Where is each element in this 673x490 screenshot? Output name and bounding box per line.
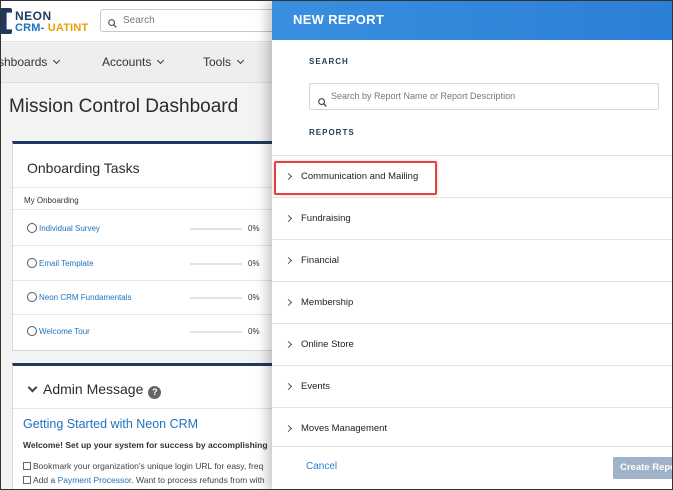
category-fundraising[interactable]: Fundraising [272, 197, 673, 239]
nav-item-dashboards[interactable]: shboards [0, 55, 61, 69]
checklist-item: Add a Payment Processor. Want to process… [23, 475, 265, 485]
task-percent: 0% [248, 293, 260, 302]
chevron-right-icon [284, 424, 293, 433]
page-title: Mission Control Dashboard [9, 96, 239, 117]
category-label: Financial [301, 255, 340, 266]
logo-title: NEON [15, 9, 52, 23]
cancel-button[interactable]: Cancel [306, 461, 337, 472]
category-financial[interactable]: Financial [272, 239, 673, 281]
category-label: Membership [301, 297, 354, 308]
task-progress-bar [190, 263, 242, 265]
category-label: Fundraising [301, 213, 351, 224]
divider [13, 280, 293, 281]
checkbox[interactable] [23, 462, 31, 470]
chevron-down-icon [236, 56, 245, 65]
task-label[interactable]: Neon CRM Fundamentals [39, 293, 131, 302]
search-section-label: SEARCH [309, 57, 349, 66]
global-search-placeholder: Search [123, 15, 155, 26]
checklist-text: . Want to process refunds from with [131, 475, 265, 485]
payment-processor-link[interactable]: Payment Processor [58, 475, 132, 485]
task-radio[interactable] [27, 223, 37, 233]
onboarding-subtitle: My Onboarding [24, 196, 79, 205]
task-radio[interactable] [27, 258, 37, 268]
task-radio[interactable] [27, 292, 37, 302]
onboarding-task[interactable]: Neon CRM Fundamentals 0% [24, 291, 284, 307]
admin-message-header[interactable]: Admin Message? [27, 381, 162, 399]
task-percent: 0% [248, 259, 260, 268]
report-search-placeholder: Search by Report Name or Report Descript… [331, 91, 516, 101]
chevron-right-icon [284, 298, 293, 307]
task-label[interactable]: Email Template [39, 259, 94, 268]
admin-message-card: Admin Message? Getting Started with Neon… [12, 363, 293, 490]
task-label[interactable]: Individual Survey [39, 224, 100, 233]
category-label: Online Store [301, 339, 354, 350]
chevron-right-icon [284, 340, 293, 349]
category-label: Moves Management [301, 423, 388, 434]
global-search-input[interactable]: Search [100, 9, 300, 32]
drawer-header: NEW REPORT [272, 0, 673, 40]
chevron-down-icon [27, 382, 38, 393]
divider [13, 408, 293, 409]
nav-item-tools[interactable]: Tools [203, 55, 245, 69]
task-label[interactable]: Welcome Tour [39, 327, 90, 336]
task-radio[interactable] [27, 326, 37, 336]
task-percent: 0% [248, 327, 260, 336]
chevron-right-icon [284, 214, 293, 223]
category-moves-management[interactable]: Moves Management [272, 407, 673, 449]
reports-section-label: REPORTS [309, 128, 355, 137]
chevron-right-icon [284, 382, 293, 391]
chevron-down-icon [53, 56, 61, 65]
divider [13, 209, 293, 210]
onboarding-task[interactable]: Welcome Tour 0% [24, 325, 284, 341]
task-progress-bar [190, 228, 242, 230]
chevron-right-icon [284, 256, 293, 265]
admin-message-title: Admin Message [43, 381, 144, 397]
admin-welcome-text: Welcome! Set up your system for success … [23, 440, 268, 450]
logo-subtitle: CRM- UATINT [15, 22, 89, 34]
drawer-footer: Cancel Create Report [272, 446, 673, 490]
search-icon [318, 92, 327, 117]
divider [13, 245, 293, 246]
checklist-text: Bookmark your organization's unique logi… [33, 461, 264, 471]
category-online-store[interactable]: Online Store [272, 323, 673, 365]
new-report-drawer: NEW REPORT SEARCH Search by Report Name … [272, 0, 673, 490]
onboarding-tasks-card: Onboarding Tasks My Onboarding Individua… [12, 141, 293, 351]
onboarding-task[interactable]: Email Template 0% [24, 257, 284, 273]
help-icon[interactable]: ? [148, 386, 162, 399]
checklist-text: Add a [33, 475, 58, 485]
task-percent: 0% [248, 224, 260, 233]
divider [13, 314, 293, 315]
onboarding-task[interactable]: Individual Survey 0% [24, 222, 284, 238]
nav-item-accounts[interactable]: Accounts [102, 55, 165, 69]
task-progress-bar [190, 331, 242, 333]
divider [13, 187, 293, 188]
category-membership[interactable]: Membership [272, 281, 673, 323]
neon-crm-logo[interactable]: NEON CRM- UATINT [0, 7, 94, 37]
checklist-item: Bookmark your organization's unique logi… [23, 461, 263, 471]
highlight-box [274, 161, 437, 195]
search-icon [108, 15, 117, 36]
checkbox[interactable] [23, 476, 31, 484]
category-label: Events [301, 381, 331, 392]
report-search-input[interactable]: Search by Report Name or Report Descript… [309, 83, 659, 110]
drawer-title: NEW REPORT [293, 12, 385, 27]
logo-mark-icon [0, 8, 12, 34]
chevron-down-icon [157, 56, 165, 65]
create-report-button[interactable]: Create Report [613, 457, 673, 479]
category-events[interactable]: Events [272, 365, 673, 407]
task-progress-bar [190, 297, 242, 299]
card-title: Onboarding Tasks [27, 160, 140, 176]
getting-started-link[interactable]: Getting Started with Neon CRM [23, 417, 198, 431]
category-communication-and-mailing[interactable]: Communication and Mailing [272, 155, 673, 197]
